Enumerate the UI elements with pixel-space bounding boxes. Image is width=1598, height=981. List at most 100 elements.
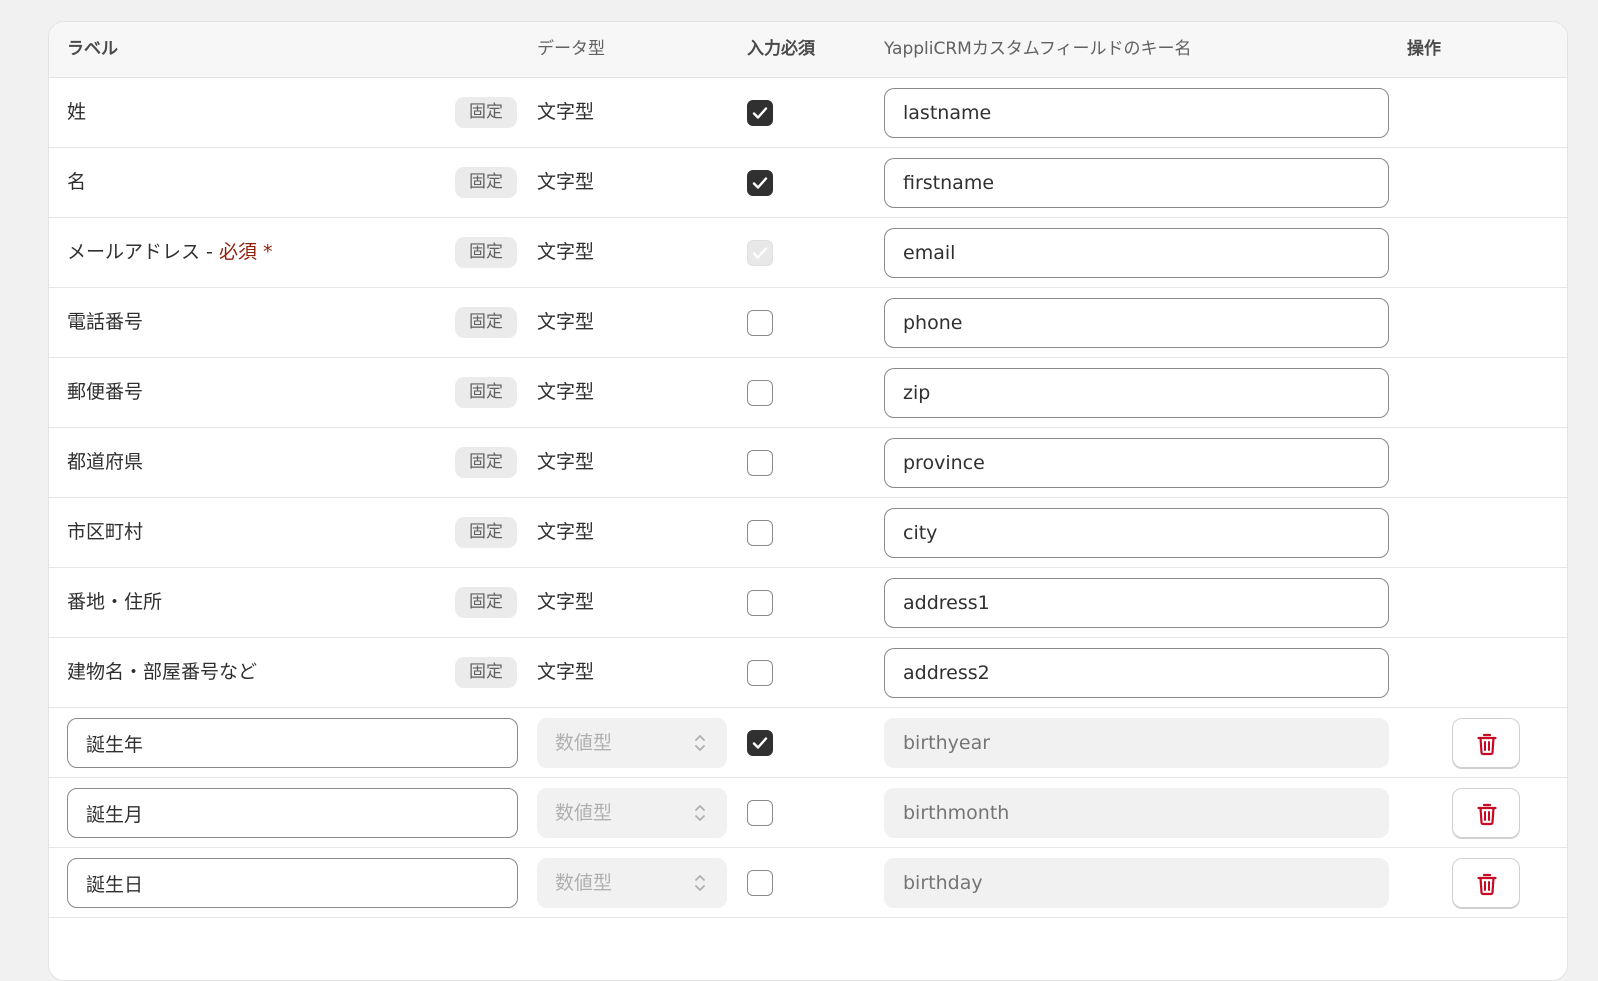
table-row: 名 固定 文字型 — [49, 148, 1567, 218]
required-checkbox[interactable] — [747, 520, 773, 546]
fixed-badge: 固定 — [455, 517, 517, 548]
field-label-text: 郵便番号 — [67, 381, 144, 403]
key-name-input — [884, 788, 1389, 838]
data-type-select: 数値型 — [537, 718, 727, 768]
table-row: 数値型 — [49, 848, 1567, 918]
required-checkbox[interactable] — [747, 450, 773, 476]
fixed-badge: 固定 — [455, 97, 517, 128]
key-name-input[interactable] — [884, 648, 1389, 698]
key-name-input[interactable] — [884, 578, 1389, 628]
key-name-input[interactable] — [884, 158, 1389, 208]
header-label: ラベル — [67, 39, 118, 59]
table-row: 電話番号 固定 文字型 — [49, 288, 1567, 358]
header-required: 入力必須 — [747, 39, 815, 59]
field-label: 電話番号 — [67, 288, 143, 357]
field-label: 郵便番号 — [67, 358, 143, 427]
table-row: 姓 固定 文字型 — [49, 78, 1567, 148]
trash-icon — [1477, 803, 1497, 826]
key-name-input[interactable] — [884, 368, 1389, 418]
header-actions: 操作 — [1407, 39, 1441, 59]
fixed-badge: 固定 — [455, 237, 517, 268]
table-row: 番地・住所 固定 文字型 — [49, 568, 1567, 638]
key-name-input — [884, 858, 1389, 908]
field-label: 都道府県 — [67, 428, 143, 497]
data-type-text: 文字型 — [537, 451, 595, 473]
fixed-badge: 固定 — [455, 657, 517, 688]
data-type-select-value: 数値型 — [555, 872, 613, 894]
field-label: 建物名・部屋番号など — [67, 638, 257, 707]
data-type-text: 文字型 — [537, 311, 595, 333]
required-checkbox[interactable] — [747, 170, 773, 196]
data-type-select: 数値型 — [537, 788, 727, 838]
field-label-text: 電話番号 — [67, 311, 144, 333]
label-input[interactable] — [67, 788, 518, 838]
fixed-badge: 固定 — [455, 377, 517, 408]
required-checkbox[interactable] — [747, 660, 773, 686]
field-label-text: 建物名・部屋番号など — [67, 661, 258, 683]
required-checkbox[interactable] — [747, 590, 773, 616]
key-name-input[interactable] — [884, 228, 1389, 278]
field-label: 番地・住所 — [67, 568, 162, 637]
required-checkbox — [747, 240, 773, 266]
field-label-text: メールアドレス - — [67, 241, 219, 263]
table-row: 都道府県 固定 文字型 — [49, 428, 1567, 498]
data-type-text: 文字型 — [537, 521, 595, 543]
data-type-select-value: 数値型 — [555, 732, 613, 754]
required-checkbox[interactable] — [747, 800, 773, 826]
field-label: 名 — [67, 148, 86, 217]
required-checkbox[interactable] — [747, 730, 773, 756]
table-row: 郵便番号 固定 文字型 — [49, 358, 1567, 428]
check-icon — [752, 737, 768, 749]
key-name-input — [884, 718, 1389, 768]
header-key-name: YappliCRMカスタムフィールドのキー名 — [884, 39, 1192, 59]
table-header: ラベル データ型 入力必須 YappliCRMカスタムフィールドのキー名 操作 — [49, 22, 1567, 78]
chevron-up-down-icon — [693, 872, 707, 898]
table-row: 市区町村 固定 文字型 — [49, 498, 1567, 568]
key-name-input[interactable] — [884, 298, 1389, 348]
check-icon — [752, 107, 768, 119]
field-label: 姓 — [67, 78, 86, 147]
data-type-select-value: 数値型 — [555, 802, 613, 824]
key-name-input[interactable] — [884, 438, 1389, 488]
delete-button[interactable] — [1452, 858, 1520, 908]
key-name-input[interactable] — [884, 88, 1389, 138]
chevron-up-down-icon — [693, 732, 707, 758]
data-type-text: 文字型 — [537, 381, 595, 403]
field-label: メールアドレス - 必須 * — [67, 218, 272, 287]
fixed-badge: 固定 — [455, 167, 517, 198]
delete-button[interactable] — [1452, 788, 1520, 838]
delete-button[interactable] — [1452, 718, 1520, 768]
label-input[interactable] — [67, 718, 518, 768]
required-marker: 必須 * — [218, 241, 273, 263]
trash-icon — [1477, 733, 1497, 756]
label-input[interactable] — [67, 858, 518, 908]
field-label-text: 名 — [67, 171, 87, 193]
fixed-badge: 固定 — [455, 587, 517, 618]
field-label: 市区町村 — [67, 498, 143, 567]
data-type-text: 文字型 — [537, 101, 595, 123]
field-label-text: 都道府県 — [67, 451, 144, 473]
key-name-input[interactable] — [884, 508, 1389, 558]
check-icon — [752, 247, 768, 259]
required-checkbox[interactable] — [747, 100, 773, 126]
field-label-text: 姓 — [67, 101, 87, 123]
table-row: メールアドレス - 必須 * 固定 文字型 — [49, 218, 1567, 288]
table-row: 数値型 — [49, 778, 1567, 848]
data-type-text: 文字型 — [537, 171, 595, 193]
chevron-up-down-icon — [693, 802, 707, 828]
table-row: 建物名・部屋番号など 固定 文字型 — [49, 638, 1567, 708]
data-type-text: 文字型 — [537, 241, 595, 263]
custom-fields-table: ラベル データ型 入力必須 YappliCRMカスタムフィールドのキー名 操作 … — [48, 21, 1568, 981]
fixed-badge: 固定 — [455, 307, 517, 338]
fixed-badge: 固定 — [455, 447, 517, 478]
field-label-text: 市区町村 — [67, 521, 144, 543]
data-type-text: 文字型 — [537, 661, 595, 683]
data-type-select: 数値型 — [537, 858, 727, 908]
check-icon — [752, 177, 768, 189]
required-checkbox[interactable] — [747, 310, 773, 336]
field-label-text: 番地・住所 — [67, 591, 163, 613]
table-row: 数値型 — [49, 708, 1567, 778]
header-data-type: データ型 — [537, 39, 605, 59]
required-checkbox[interactable] — [747, 380, 773, 406]
required-checkbox[interactable] — [747, 870, 773, 896]
